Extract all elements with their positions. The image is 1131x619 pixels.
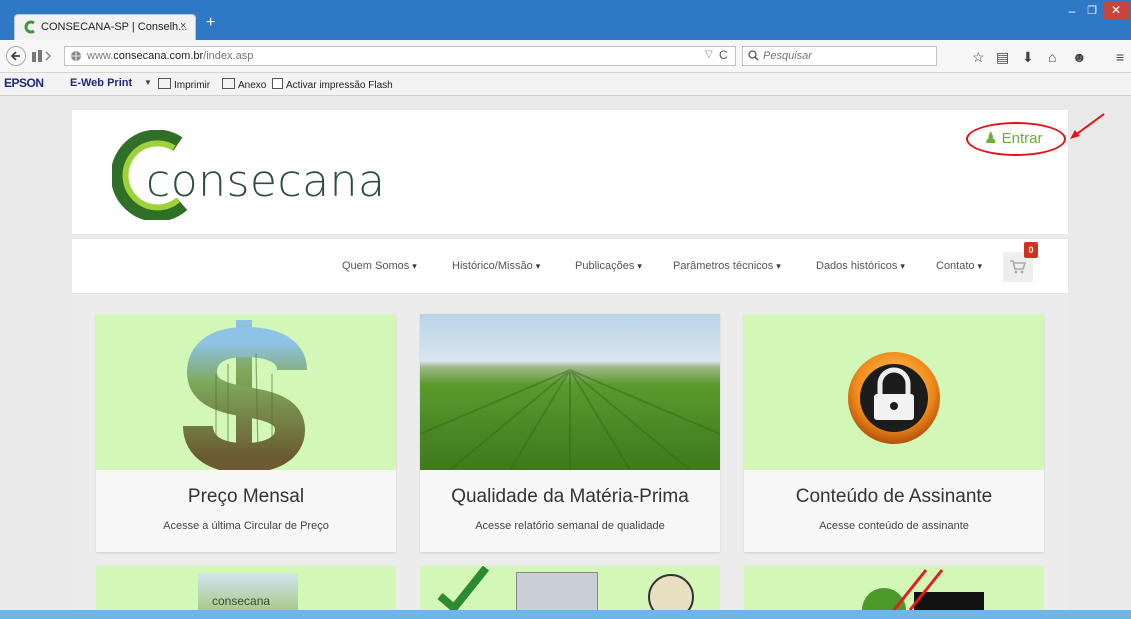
cart-icon [1010,260,1026,274]
card-subtitle: Acesse conteúdo de assinante [819,520,969,532]
eweb-print-button[interactable]: E-Web Print [70,77,132,89]
mill-image [648,574,694,610]
menu-icon[interactable]: ≡ [1116,49,1124,65]
navigation-bar: www.consecana.com.br/index.asp ▽ C ☆ ▤ ⬇… [0,40,1131,73]
epson-logo: EPSON [4,76,44,90]
print-button[interactable]: Imprimir [158,78,210,91]
cane-field-rows [420,369,720,470]
tab-close-icon[interactable]: × [180,20,186,32]
checkbox-icon[interactable] [272,78,283,89]
dollar-sign-icon [183,320,307,470]
padlock-icon [848,352,940,444]
chevron-down-icon: ▾ [412,261,417,271]
printer-icon [158,78,171,89]
chevron-down-icon: ▾ [535,261,541,271]
card-subtitle: Acesse relatório semanal de qualidade [475,520,665,532]
menu-historico-missao[interactable]: Histórico/Missão ▾ [452,260,540,272]
search-icon [748,50,759,61]
back-arrow-icon [10,51,20,61]
card-row2-3[interactable] [744,566,1044,610]
window-restore-button[interactable]: ❐ [1083,4,1101,18]
globe-icon [71,51,81,61]
annotation-arrow-icon [1070,113,1105,139]
menu-contato[interactable]: Contato ▾ [936,260,982,272]
menu-dados-historicos[interactable]: Dados históricos ▾ [816,260,905,272]
url-dropdown-icon[interactable]: ▽ [705,49,713,60]
logo-text: consecana [146,156,386,207]
cart-count-badge: 0 [1024,242,1038,258]
search-input[interactable] [761,49,935,63]
library-icon[interactable] [32,50,54,62]
home-icon[interactable]: ⌂ [1048,49,1056,65]
back-button[interactable] [6,46,26,66]
site-header: consecana ♟ Entrar [72,110,1068,234]
card-subtitle: Acesse a última Circular de Preço [163,520,329,532]
refractometer-image [516,572,598,610]
card-title: Preço Mensal [187,486,305,507]
flash-print-toggle[interactable]: Activar impressão Flash [272,78,393,91]
chevron-down-icon: ▾ [776,261,781,271]
small-logo-thumbnail: consecana [198,574,298,610]
bookmark-star-icon[interactable]: ☆ [972,49,985,66]
reading-list-icon[interactable]: ▤ [996,49,1009,66]
epson-toolbar: EPSON E-Web Print ▼ Imprimir Anexo Activ… [0,73,1131,96]
menu-publicacoes[interactable]: Publicações ▾ [575,260,642,272]
lock-image [744,314,1044,470]
chevron-down-icon: ▾ [977,261,983,271]
user-icon: ♟ [984,130,998,147]
cane-field-image [420,314,720,470]
window-close-button[interactable]: ✕ [1103,2,1129,19]
browser-tab[interactable]: CONSECANA-SP | Conselh... × [14,14,196,40]
login-link[interactable]: ♟ Entrar [966,122,1066,156]
chevron-down-icon: ▾ [637,261,642,271]
website-page: consecana ♟ Entrar Quem Somos ▾ Histórico… [72,110,1068,610]
card-conteudo-assinante[interactable]: Conteúdo de Assinante Acesse conteúdo de… [744,314,1044,552]
consecana-favicon-icon [24,20,35,34]
main-menu: Quem Somos ▾ Histórico/Missão ▾ Publicaçõe… [72,238,1068,294]
chat-icon[interactable]: ☻ [1072,49,1087,65]
card-row2-2[interactable] [420,566,720,610]
card-qualidade-materia-prima[interactable]: Qualidade da Matéria-Prima Acesse relató… [420,314,720,552]
tab-title: CONSECANA-SP | Conselh... [41,21,188,33]
site-logo[interactable]: consecana [112,130,412,220]
search-box[interactable] [742,46,937,66]
login-label: ♟ Entrar [984,130,1043,147]
menu-quem-somos[interactable]: Quem Somos ▾ [342,260,417,272]
small-logo-text: consecana [212,594,271,608]
card-row2-1[interactable]: consecana [96,566,396,610]
card-title: Conteúdo de Assinante [795,486,993,507]
attach-icon [222,78,235,89]
url-text: www.consecana.com.br/index.asp [87,50,254,62]
address-bar[interactable]: www.consecana.com.br/index.asp ▽ C [64,46,736,66]
new-tab-button[interactable]: + [206,14,215,32]
checkmark-icon [437,566,490,610]
bottom-edge-bar [0,610,1131,619]
chevron-down-icon: ▾ [900,261,905,271]
eweb-print-dropdown-icon[interactable]: ▼ [144,78,152,87]
reload-icon[interactable]: C [719,48,728,62]
menu-parametros-tecnicos[interactable]: Parâmetros técnicos ▾ [673,260,781,272]
download-icon[interactable]: ⬇ [1022,49,1034,66]
browser-titlebar: CONSECANA-SP | Conselh... × + – ❐ ✕ [0,0,1131,40]
no-symbol-icon [862,569,984,610]
dollar-cane-image [96,314,396,470]
card-preco-mensal[interactable]: Preço Mensal Acesse a última Circular de… [96,314,396,552]
attach-button[interactable]: Anexo [222,78,266,91]
window-minimize-button[interactable]: – [1063,4,1081,18]
card-title: Qualidade da Matéria-Prima [451,486,689,507]
